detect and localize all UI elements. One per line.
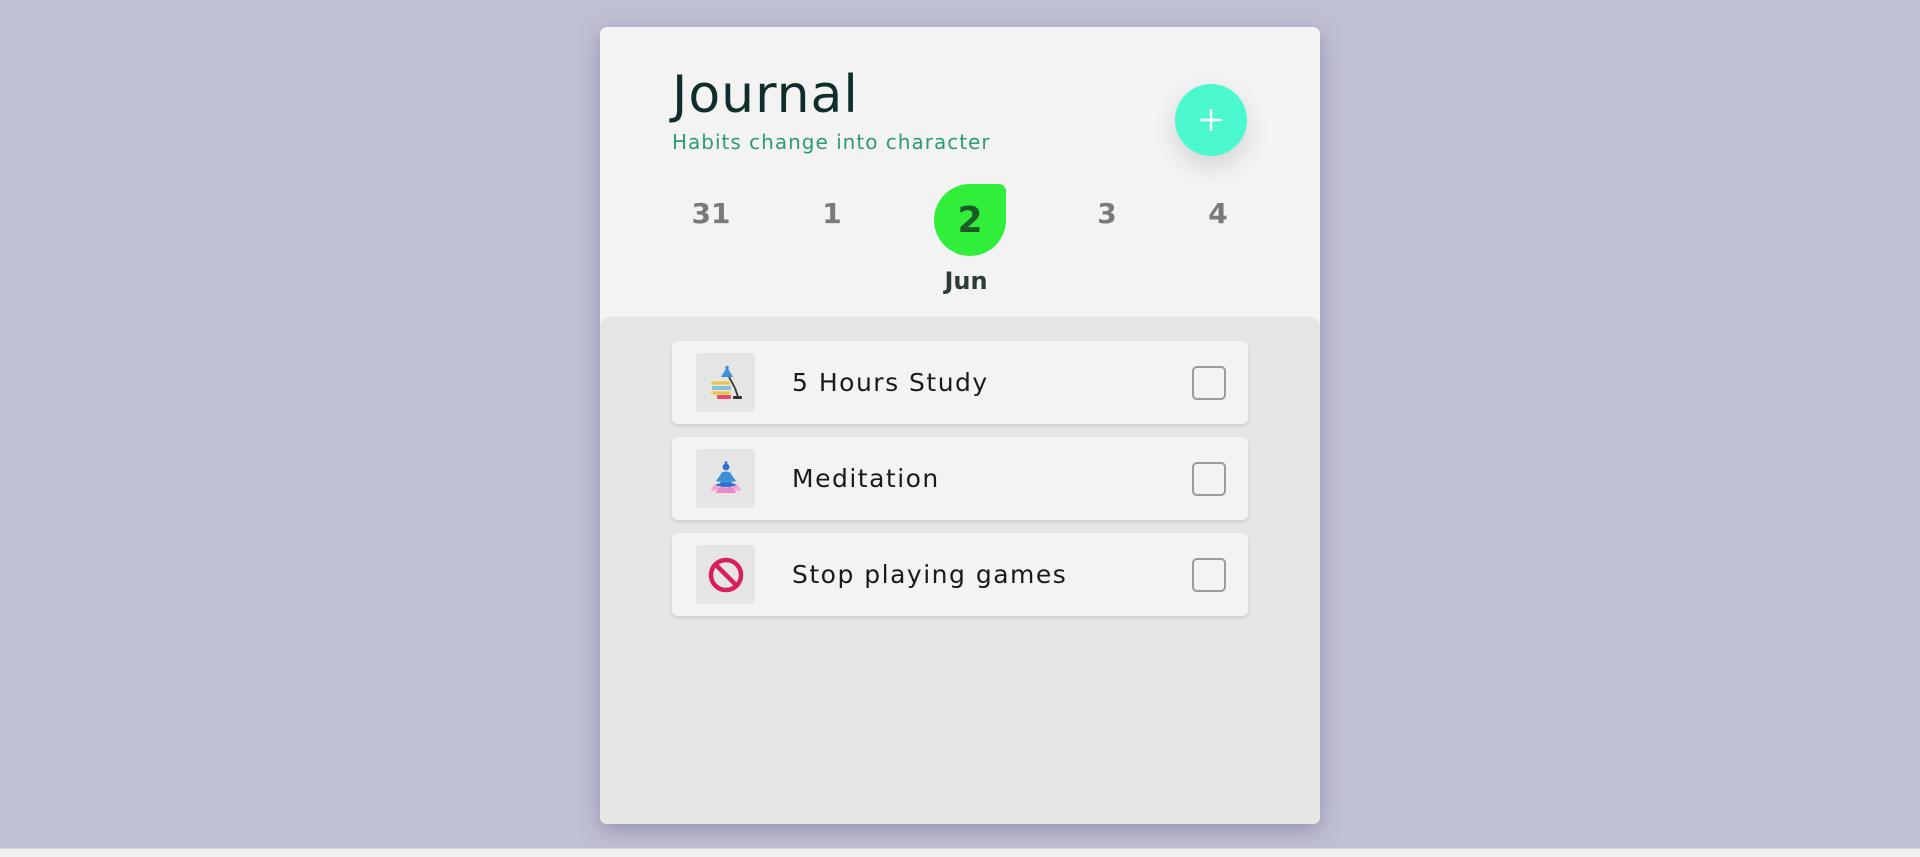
habit-row[interactable]: 5 Hours Study [672, 341, 1248, 424]
meditation-icon [696, 449, 755, 508]
date-item[interactable]: 31 [671, 197, 751, 230]
journal-card: Journal Habits change into character 31 … [600, 27, 1320, 824]
habit-checkbox[interactable] [1192, 366, 1226, 400]
habit-checkbox[interactable] [1192, 462, 1226, 496]
habit-row[interactable]: Meditation [672, 437, 1248, 520]
selected-month-label: Jun [944, 267, 988, 295]
habit-row[interactable]: Stop playing games [672, 533, 1248, 616]
date-item[interactable]: 1 [792, 197, 872, 230]
study-desk-lamp-icon [696, 353, 755, 412]
habit-label: Meditation [792, 464, 940, 493]
date-strip: 31 1 2 3 4 Jun [600, 27, 1320, 327]
habit-checkbox[interactable] [1192, 558, 1226, 592]
habit-label: 5 Hours Study [792, 368, 989, 397]
prohibited-icon [696, 545, 755, 604]
habit-label: Stop playing games [792, 560, 1068, 589]
date-item[interactable]: 4 [1178, 197, 1258, 230]
date-item[interactable]: 3 [1067, 197, 1147, 230]
date-item-selected[interactable]: 2 [934, 184, 1006, 256]
habit-list: 5 Hours Study Meditation Stop playing ga… [600, 317, 1320, 824]
